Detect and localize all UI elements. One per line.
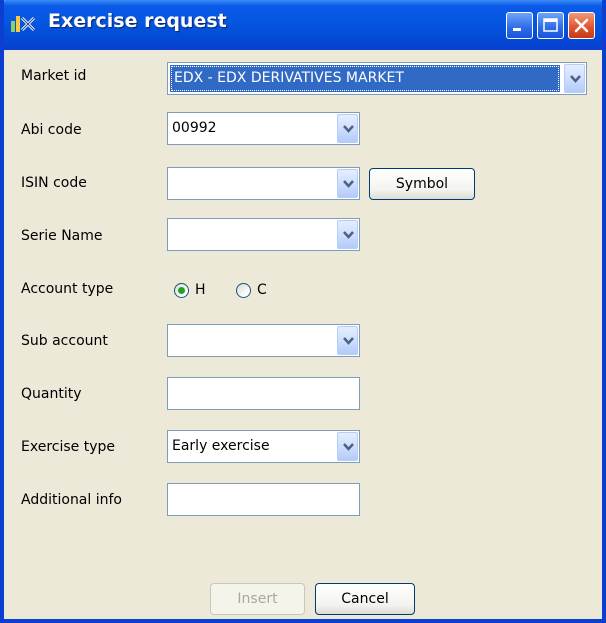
chevron-down-icon [343, 337, 354, 345]
quantity-label: Quantity [21, 386, 82, 402]
symbol-button[interactable]: Symbol [369, 168, 475, 200]
abi-code-combo[interactable]: 00992 [167, 112, 360, 145]
exercise-type-value: Early exercise [172, 438, 270, 454]
window-title: Exercise request [48, 10, 227, 32]
abi-code-value: 00992 [172, 120, 217, 136]
close-icon [574, 18, 589, 33]
account-type-radio-c[interactable]: C [236, 280, 267, 300]
sub-account-dropdown-button[interactable] [337, 326, 358, 355]
radio-unselected-icon [236, 282, 251, 298]
isin-code-label: ISIN code [21, 175, 87, 191]
title-bar[interactable]: Exercise request [4, 0, 602, 50]
serie-name-dropdown-button[interactable] [337, 220, 358, 249]
serie-name-combo[interactable] [167, 218, 360, 251]
insert-button[interactable]: Insert [210, 583, 305, 615]
abi-code-label: Abi code [21, 122, 82, 138]
close-button[interactable] [568, 12, 595, 39]
minimize-icon [513, 28, 521, 31]
isin-code-combo[interactable] [167, 167, 360, 200]
chevron-down-icon [570, 75, 581, 83]
form-area: Market id EDX - EDX DERIVATIVES MARKET A… [4, 50, 602, 619]
serie-name-label: Serie Name [21, 228, 103, 244]
sub-account-label: Sub account [21, 333, 108, 349]
additional-info-input[interactable] [167, 483, 360, 516]
account-type-radio-h[interactable]: H [174, 280, 206, 300]
chevron-down-icon [343, 443, 354, 451]
maximize-button[interactable] [537, 12, 564, 39]
market-id-dropdown-button[interactable] [564, 64, 585, 93]
quantity-input[interactable] [167, 377, 360, 410]
app-icon [11, 16, 36, 32]
isin-code-dropdown-button[interactable] [337, 169, 358, 198]
market-id-label: Market id [21, 68, 87, 84]
market-id-combo[interactable]: EDX - EDX DERIVATIVES MARKET [167, 62, 587, 95]
additional-info-label: Additional info [21, 492, 122, 508]
market-id-selection: EDX - EDX DERIVATIVES MARKET [170, 65, 560, 92]
exercise-type-combo[interactable]: Early exercise [167, 430, 360, 463]
radio-selected-icon [174, 282, 189, 298]
dialog-window: Exercise request Market id EDX - EDX DER… [0, 0, 606, 623]
chevron-down-icon [343, 231, 354, 239]
chevron-down-icon [343, 125, 354, 133]
account-type-option-h: H [195, 282, 206, 298]
abi-code-dropdown-button[interactable] [337, 114, 358, 143]
sub-account-combo[interactable] [167, 324, 360, 357]
market-id-value: EDX - EDX DERIVATIVES MARKET [174, 70, 404, 86]
chevron-down-icon [343, 180, 354, 188]
maximize-icon [543, 18, 558, 32]
minimize-button[interactable] [506, 12, 533, 39]
exercise-type-dropdown-button[interactable] [337, 432, 358, 461]
exercise-type-label: Exercise type [21, 439, 115, 455]
account-type-option-c: C [257, 282, 267, 298]
cancel-button[interactable]: Cancel [315, 583, 415, 615]
account-type-label: Account type [21, 281, 114, 297]
